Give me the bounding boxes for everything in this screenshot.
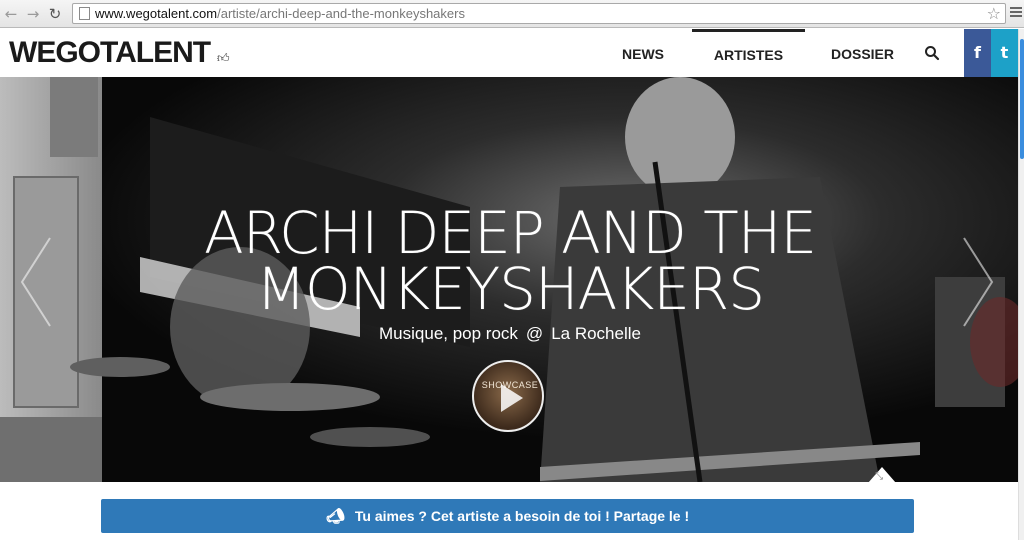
back-arrow-icon[interactable]: ← xyxy=(2,5,20,23)
artist-name: ARCHI DEEP AND THE MONKEYSHAKERS xyxy=(204,199,817,323)
url-text[interactable]: www.wegotalent.com/artiste/archi-deep-an… xyxy=(95,6,465,22)
at-symbol: @ xyxy=(525,324,544,343)
twitter-icon: t xyxy=(1000,43,1009,62)
scrollbar-thumb[interactable] xyxy=(1020,39,1024,159)
star-icon[interactable]: ☆ xyxy=(987,4,1001,23)
site-header: WEGOTALENT 👍︎ NEWS ARTISTES DOSSIER f t xyxy=(0,29,1024,77)
play-icon xyxy=(501,384,523,412)
page-scrollbar[interactable] xyxy=(1018,29,1024,540)
share-label: Tu aimes ? Cet artiste a besoin de toi !… xyxy=(354,508,690,524)
nav-dossier[interactable]: DOSSIER xyxy=(820,29,905,77)
next-slide-arrow-icon[interactable] xyxy=(958,232,998,332)
reload-icon[interactable]: ↻ xyxy=(46,5,64,23)
artist-city[interactable]: La Rochelle xyxy=(551,324,641,343)
forward-arrow-icon[interactable]: → xyxy=(24,5,42,23)
twitter-button[interactable]: t xyxy=(991,29,1018,77)
url-path: /artiste/archi-deep-and-the-monkeyshaker… xyxy=(217,6,465,21)
facebook-icon: f xyxy=(974,43,981,62)
nav-news[interactable]: NEWS xyxy=(608,29,678,77)
search-icon[interactable] xyxy=(924,45,940,61)
thumbs-up-icon: 👍︎ xyxy=(217,51,230,65)
artist-genre: Musique, pop rock xyxy=(379,324,518,343)
collapse-icon[interactable]: ⤡ xyxy=(875,472,883,482)
site-logo[interactable]: WEGOTALENT xyxy=(9,37,211,69)
menu-icon[interactable] xyxy=(1010,7,1022,19)
share-button[interactable]: 📣︎ Tu aimes ? Cet artiste a besoin de toi… xyxy=(101,499,914,533)
previous-slide-arrow-icon[interactable] xyxy=(16,232,56,332)
address-bar[interactable]: www.wegotalent.com/artiste/archi-deep-an… xyxy=(72,3,1006,24)
page-icon xyxy=(79,7,90,20)
facebook-button[interactable]: f xyxy=(964,29,991,77)
video-play-button[interactable]: SHOWCASE xyxy=(472,360,544,432)
megaphone-icon: 📣︎ xyxy=(325,507,345,525)
nav-artistes[interactable]: ARTISTES xyxy=(692,29,805,77)
browser-toolbar: ← → ↻ www.wegotalent.com/artiste/archi-d… xyxy=(0,0,1024,28)
url-host: www.wegotalent.com xyxy=(95,6,218,21)
artist-hero: ARCHI DEEP AND THE MONKEYSHAKERS Musique… xyxy=(0,77,1018,482)
artist-meta: Musique, pop rock @ La Rochelle xyxy=(100,324,920,344)
